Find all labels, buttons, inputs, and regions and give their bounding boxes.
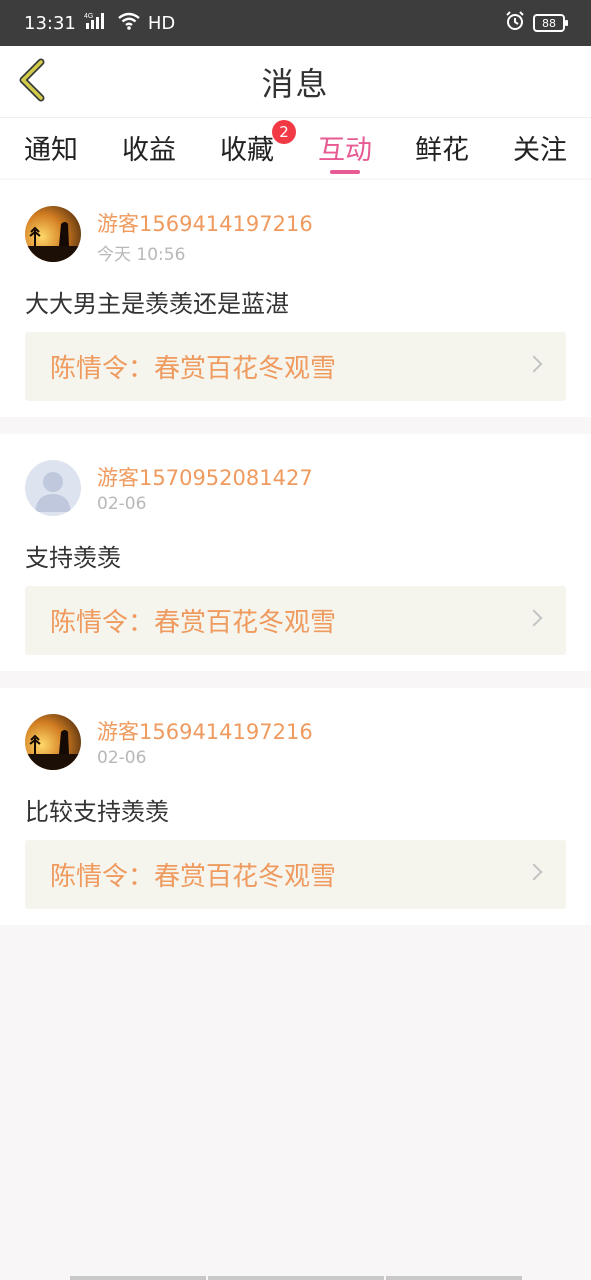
svg-text:4G: 4G	[84, 13, 93, 20]
tab-label: 收藏	[220, 135, 274, 166]
unread-badge: 2	[272, 120, 296, 144]
timestamp: 今天 10:56	[97, 245, 186, 265]
timestamp: 02-06	[97, 494, 147, 514]
battery-level: 88	[542, 16, 556, 30]
comment-text: 支持羡羡	[25, 544, 121, 572]
message-card: 游客1569414197216 今天 10:56 大大男主是羡羡还是蓝湛 陈情令…	[0, 180, 591, 417]
comment-text: 比较支持羡羡	[25, 798, 169, 826]
tab-favorites[interactable]: 收藏 2	[220, 120, 296, 174]
tab-label: 收益	[122, 135, 176, 166]
tab-earnings[interactable]: 收益	[122, 128, 176, 174]
tab-bar: 通知 收益 收藏 2 互动 鲜花 关注	[0, 118, 591, 178]
sunset-avatar-icon	[25, 206, 81, 262]
battery-icon: 88	[533, 14, 568, 32]
chevron-right-icon	[525, 609, 543, 627]
message-card: 游客1569414197216 02-06 比较支持羡羡 陈情令：春赏百花冬观雪	[0, 688, 591, 925]
status-left: 13:31 4G HD	[24, 11, 175, 36]
avatar[interactable]	[25, 460, 81, 516]
username[interactable]: 游客1570952081427	[97, 462, 313, 492]
book-title: 陈情令：春赏百花冬观雪	[50, 608, 337, 638]
status-time: 13:31	[24, 12, 76, 34]
avatar[interactable]	[25, 206, 81, 262]
book-title: 陈情令：春赏百花冬观雪	[50, 862, 337, 892]
comment-text: 大大男主是羡羡还是蓝湛	[25, 290, 289, 318]
page-title: 消息	[261, 64, 330, 103]
chevron-left-icon	[17, 58, 47, 106]
tab-interactions[interactable]: 互动	[318, 128, 372, 174]
chevron-right-icon	[525, 863, 543, 881]
header: 消息	[0, 46, 591, 118]
tab-notifications[interactable]: 通知	[24, 128, 78, 174]
alarm-icon	[505, 10, 525, 36]
tab-flowers[interactable]: 鲜花	[415, 128, 469, 174]
message-list: 游客1569414197216 今天 10:56 大大男主是羡羡还是蓝湛 陈情令…	[0, 180, 591, 942]
sunset-avatar-icon	[25, 714, 81, 770]
book-link[interactable]: 陈情令：春赏百花冬观雪	[25, 840, 566, 909]
book-title: 陈情令：春赏百花冬观雪	[50, 354, 337, 384]
book-link[interactable]: 陈情令：春赏百花冬观雪	[25, 586, 566, 655]
back-button[interactable]	[14, 58, 50, 106]
default-user-avatar-icon	[25, 460, 81, 516]
timestamp: 02-06	[97, 748, 147, 768]
message-card: 游客1570952081427 02-06 支持羡羡 陈情令：春赏百花冬观雪	[0, 434, 591, 671]
hd-label: HD	[147, 12, 176, 34]
active-tab-indicator	[330, 170, 360, 174]
navigation-hint-bar	[70, 1276, 522, 1280]
tab-following[interactable]: 关注	[513, 128, 567, 174]
chevron-right-icon	[525, 355, 543, 373]
tab-label: 鲜花	[415, 135, 469, 166]
signal-icon: 4G	[84, 11, 110, 36]
username[interactable]: 游客1569414197216	[97, 208, 313, 238]
tab-label: 关注	[513, 135, 567, 166]
status-right: 88	[505, 10, 568, 36]
book-link[interactable]: 陈情令：春赏百花冬观雪	[25, 332, 566, 401]
tab-label: 通知	[24, 135, 78, 166]
wifi-icon	[118, 12, 140, 35]
status-bar: 13:31 4G HD 88	[0, 0, 591, 46]
tab-label: 互动	[318, 135, 372, 166]
avatar[interactable]	[25, 714, 81, 770]
username[interactable]: 游客1569414197216	[97, 716, 313, 746]
